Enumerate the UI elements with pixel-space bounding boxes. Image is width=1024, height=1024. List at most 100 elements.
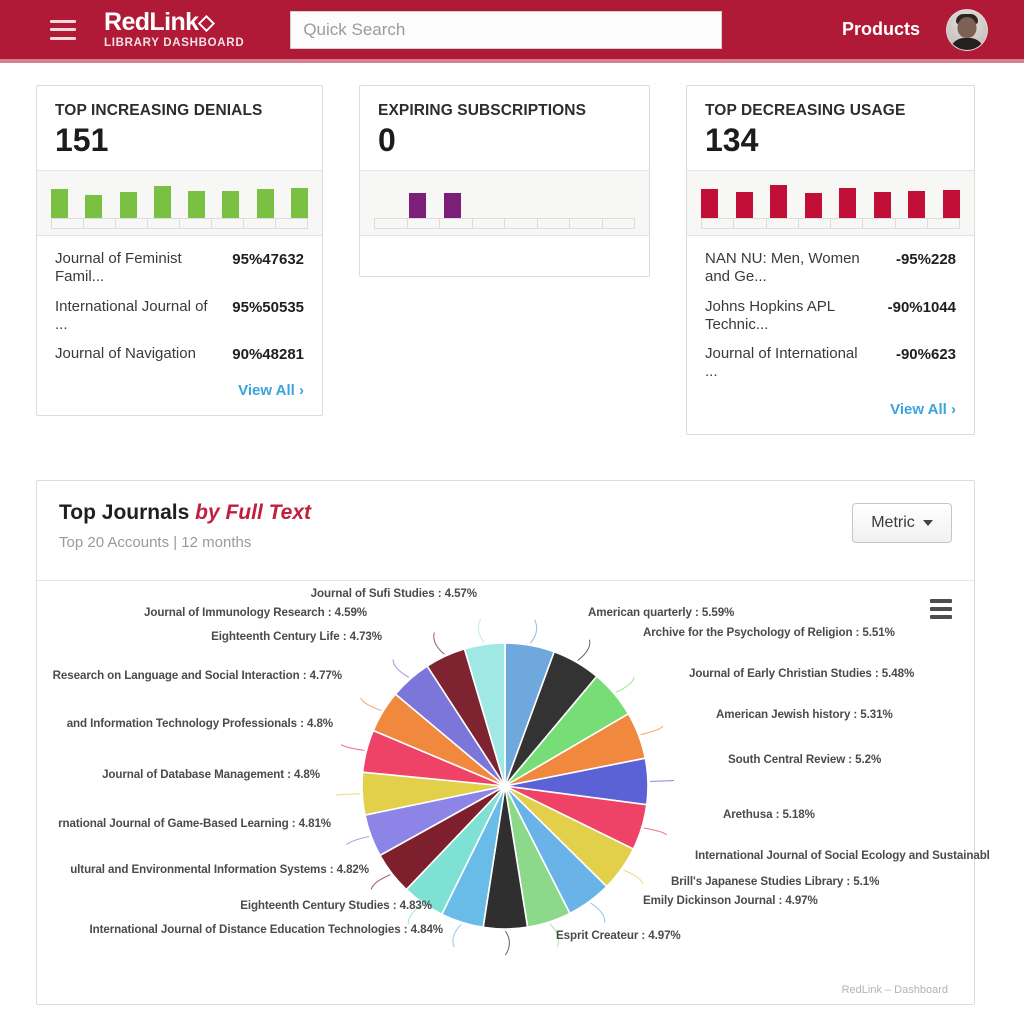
sparkline-bar — [256, 189, 274, 219]
pie-chart-svg — [336, 618, 674, 956]
pie-slice-label: American Jewish history : 5.31% — [716, 708, 893, 721]
sparkline-bar — [873, 192, 891, 219]
avatar-face — [957, 16, 977, 38]
products-link[interactable]: Products — [842, 19, 920, 40]
brand-name: RedLink◇ — [104, 7, 244, 36]
pie-slice-label: Journal of Early Christian Studies : 5.4… — [689, 667, 915, 680]
list-item-value: 90%48281 — [232, 346, 304, 364]
axis-cell — [406, 218, 439, 229]
pie-slice-label: and Information Technology Professionals… — [66, 717, 333, 730]
pie-slice-label: International Journal of Distance Educat… — [89, 923, 444, 936]
brand-subtitle: LIBRARY DASHBOARD — [104, 36, 245, 49]
brand-logo[interactable]: RedLink◇ LIBRARY DASHBOARD — [104, 7, 245, 50]
axis-cell — [275, 218, 308, 229]
pie-slice-label: Journal of Sufi Studies : 4.57% — [310, 587, 477, 600]
axis-cell — [733, 218, 766, 229]
axis-cell — [765, 218, 798, 229]
pie-slice-label: Emily Dickinson Journal : 4.97% — [643, 894, 818, 907]
pie-leader-line — [649, 780, 674, 782]
list-item[interactable]: Johns Hopkins APL Technic... -90%1044 — [705, 298, 956, 335]
sparkline-bar — [908, 191, 926, 219]
axis-cell — [471, 218, 504, 229]
pie-leader-line — [615, 676, 635, 693]
list-item-name: Journal of International ... — [705, 345, 858, 381]
pie-leader-line — [529, 619, 538, 644]
card-title: EXPIRING SUBSCRIPTIONS — [378, 102, 587, 119]
pie-leader-line — [340, 744, 365, 751]
axis-cell — [797, 218, 830, 229]
card-empty-list — [360, 236, 649, 276]
view-all-link[interactable]: View All › — [687, 399, 974, 434]
card-top-increasing-denials: TOP INCREASING DENIALS 151 Journal of Femi… — [36, 85, 323, 417]
pie-chart: American quarterly : 5.59% Archive for th… — [37, 581, 990, 1004]
search-input[interactable] — [290, 10, 723, 49]
pie-slice-label: Archive for the Psychology of Religion :… — [643, 626, 895, 639]
list-item[interactable]: Journal of Navigation 90%48281 — [55, 345, 304, 363]
axis-cell — [536, 218, 569, 229]
pie-slice-label: Esprit Createur : 4.97% — [556, 929, 681, 942]
card-expiring-subscriptions: EXPIRING SUBSCRIPTIONS 0 — [359, 85, 650, 277]
pie-leader-line — [433, 632, 445, 655]
card-title: TOP DECREASING USAGE — [705, 102, 906, 119]
pie-leader-line — [370, 874, 391, 890]
user-avatar[interactable] — [946, 8, 988, 51]
list-item-name: Journal of Feminist Famil... — [55, 250, 182, 286]
card-head: TOP DECREASING USAGE 134 — [687, 86, 974, 170]
pie-slice-label: South Central Review : 5.2% — [728, 753, 882, 766]
sparkline-bar-chart — [360, 170, 649, 236]
list-item[interactable]: Journal of Feminist Famil... 95%47632 — [55, 250, 304, 287]
axis-cell — [51, 218, 83, 229]
axis-cell — [211, 218, 243, 229]
chart-credit: RedLink – Dashboard — [841, 984, 948, 996]
chart-header: Top Journals by Full Text Top 20 Account… — [37, 481, 974, 581]
card-list: NAN NU: Men, Women and Ge... -95%228 Johns… — [687, 236, 974, 399]
metric-button-label: Metric — [871, 514, 915, 531]
sparkline-bars — [701, 181, 960, 219]
pie-leader-line — [643, 827, 668, 836]
list-item[interactable]: NAN NU: Men, Women and Ge... -95%228 — [705, 250, 956, 287]
axis-cell — [243, 218, 275, 229]
pie-slice-label: Eighteenth Century Life : 4.73% — [211, 630, 382, 643]
pie-slice-label: rnational Journal of Game-Based Learning… — [58, 817, 331, 830]
list-item-value: 95%50535 — [232, 298, 304, 316]
sparkline-bar — [942, 190, 960, 219]
pie-leader-line — [590, 902, 606, 923]
axis-cell — [894, 218, 927, 229]
list-item-name: International Journal of ... — [55, 297, 208, 333]
pie-slice-label: Brill's Japanese Studies Library : 5.1% — [671, 875, 880, 888]
chart-subtitle: Top 20 Accounts | 12 months — [59, 534, 252, 551]
axis-cell — [439, 218, 472, 229]
pie-leader-line — [452, 923, 462, 948]
list-item[interactable]: Journal of International ... -90%623 — [705, 345, 956, 382]
sparkline-bar — [735, 192, 753, 219]
axis-cell — [83, 218, 115, 229]
pie-leader-line — [360, 697, 382, 711]
metric-dropdown-button[interactable]: Metric — [852, 503, 952, 543]
list-item-value: 95%47632 — [232, 251, 304, 268]
sparkline-bar — [804, 193, 822, 219]
pie-slice-label: Journal of Database Management : 4.8% — [102, 768, 320, 781]
pie-leader-line — [622, 869, 644, 885]
hamburger-menu-icon[interactable] — [50, 19, 76, 40]
pie-leader-line — [336, 793, 361, 796]
pie-leader-line — [346, 836, 370, 846]
pie-slice-label: Journal of Immunology Research : 4.59% — [144, 606, 367, 619]
pie-slice-label: American quarterly : 5.59% — [588, 606, 735, 619]
chart-title-accent: by Full Text — [195, 501, 312, 524]
axis-cell — [569, 218, 602, 229]
sparkline-bars — [51, 181, 308, 219]
brand-diamond-icon: ◇ — [198, 10, 214, 34]
card-title: TOP INCREASING DENIALS — [55, 102, 263, 119]
sparkline-bar-chart — [37, 170, 322, 236]
sparkline-bar — [222, 191, 240, 219]
axis-cell — [374, 218, 407, 229]
pie-leader-line — [504, 930, 510, 956]
sparkline-bar — [701, 189, 718, 219]
card-list: Journal of Feminist Famil... 95%47632 Inte… — [37, 236, 322, 380]
view-all-link[interactable]: View All › — [37, 380, 322, 415]
card-head: EXPIRING SUBSCRIPTIONS 0 — [360, 86, 649, 170]
list-item-name: Journal of Navigation — [55, 345, 196, 363]
brand-name-text: RedLink — [104, 7, 199, 36]
list-item[interactable]: International Journal of ... 95%50535 — [55, 298, 304, 335]
sparkline-axis — [701, 218, 960, 229]
